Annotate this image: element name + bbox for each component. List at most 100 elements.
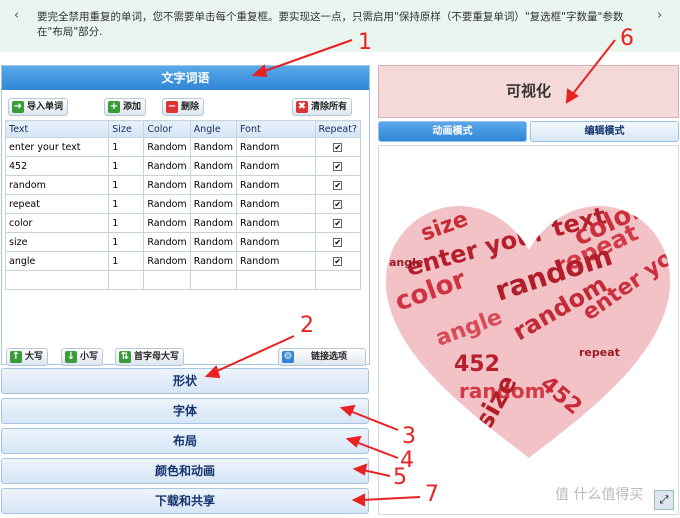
table-cell[interactable]	[108, 270, 145, 290]
panel-title[interactable]: 文字词语	[2, 66, 369, 90]
col-color[interactable]: Color	[143, 120, 191, 138]
section-color-animation[interactable]: 颜色和动画	[1, 458, 369, 484]
col-repeat[interactable]: Repeat?	[314, 120, 362, 138]
delete-button[interactable]: − 删除	[162, 98, 205, 116]
next-arrow-icon[interactable]: ›	[657, 8, 662, 23]
repeat-checkbox-cell[interactable]: ✔	[314, 213, 362, 233]
table-cell[interactable]: Random	[236, 232, 316, 252]
table-cell[interactable]	[4, 270, 110, 290]
table-cell[interactable]: 1	[108, 194, 145, 214]
table-cell[interactable]: Random	[189, 194, 238, 214]
add-label: 添加	[123, 102, 142, 112]
table-cell[interactable]: angle	[4, 251, 110, 271]
repeat-checkbox-cell[interactable]: ✔	[314, 175, 362, 195]
table-cell[interactable]: Random	[143, 194, 191, 214]
col-size[interactable]: Size	[108, 120, 145, 138]
table-cell[interactable]: random	[4, 175, 110, 195]
arrow-up-icon: ↑	[10, 351, 22, 363]
section-download-share[interactable]: 下载和共享	[1, 488, 369, 514]
watermark-text: 什么值得买	[573, 487, 644, 503]
table-row[interactable]: enter your text 1 Random Random Random ✔	[4, 137, 362, 157]
table-cell[interactable]: Random	[143, 137, 191, 157]
repeat-checkbox-cell[interactable]: ✔	[314, 137, 362, 157]
section-layout[interactable]: 布局	[1, 428, 369, 454]
table-cell[interactable]	[236, 270, 316, 290]
table-cell[interactable]: Random	[236, 213, 316, 233]
table-cell[interactable]: Random	[143, 232, 191, 252]
table-cell[interactable]	[143, 270, 191, 290]
checkbox[interactable]: ✔	[333, 180, 343, 190]
table-cell[interactable]	[189, 270, 238, 290]
table-cell[interactable]: Random	[189, 251, 238, 271]
checkbox[interactable]: ✔	[333, 142, 343, 152]
table-cell[interactable]: Random	[236, 194, 316, 214]
table-cell[interactable]: Random	[143, 156, 191, 176]
table-row[interactable]: angle 1 Random Random Random ✔	[4, 251, 362, 271]
table-cell[interactable]: 1	[108, 251, 145, 271]
table-row[interactable]: size 1 Random Random Random ✔	[4, 232, 362, 252]
clear-all-button[interactable]: ✖ 清除所有	[292, 98, 353, 116]
prev-arrow-icon[interactable]: ‹	[14, 8, 19, 23]
import-words-button[interactable]: ➜ 导入单词	[8, 98, 69, 116]
table-row-empty[interactable]	[4, 270, 362, 290]
tab-edit-mode[interactable]: 编辑模式	[530, 121, 679, 142]
cloud-word: angle	[389, 256, 423, 269]
table-cell[interactable]: Random	[143, 213, 191, 233]
table-cell[interactable]: 1	[108, 213, 145, 233]
checkbox[interactable]: ✔	[333, 199, 343, 209]
table-cell[interactable]: Random	[236, 175, 316, 195]
cloud-word: 452	[454, 352, 500, 377]
table-cell[interactable]: Random	[189, 137, 238, 157]
table-cell[interactable]: Random	[236, 137, 316, 157]
word-cloud-canvas[interactable]: size enter your text repeat color random…	[378, 145, 679, 515]
table-cell[interactable]: enter your text	[4, 137, 110, 157]
table-cell[interactable]: 452	[4, 156, 110, 176]
section-shape[interactable]: 形状	[1, 368, 369, 394]
close-icon: ✖	[296, 101, 308, 113]
table-cell[interactable]: color	[4, 213, 110, 233]
uppercase-button[interactable]: ↑ 大写	[6, 348, 49, 366]
table-row[interactable]: color 1 Random Random Random ✔	[4, 213, 362, 233]
table-row[interactable]: random 1 Random Random Random ✔	[4, 175, 362, 195]
plus-icon: +	[108, 101, 120, 113]
table-cell[interactable]: 1	[108, 137, 145, 157]
repeat-checkbox-cell[interactable]: ✔	[314, 156, 362, 176]
table-cell[interactable]: Random	[236, 156, 316, 176]
table-cell[interactable]: 1	[108, 175, 145, 195]
checkbox[interactable]: ✔	[333, 237, 343, 247]
checkbox[interactable]: ✔	[333, 218, 343, 228]
checkbox[interactable]: ✔	[333, 161, 343, 171]
repeat-checkbox-cell[interactable]: ✔	[314, 194, 362, 214]
table-row[interactable]: repeat 1 Random Random Random ✔	[4, 194, 362, 214]
table-cell[interactable]: repeat	[4, 194, 110, 214]
table-cell[interactable]: size	[4, 232, 110, 252]
table-cell[interactable]: Random	[143, 175, 191, 195]
add-button[interactable]: + 添加	[104, 98, 147, 116]
visualize-button[interactable]: 可视化	[378, 65, 679, 118]
lowercase-button[interactable]: ↓ 小写	[61, 348, 104, 366]
repeat-checkbox-cell[interactable]: ✔	[314, 232, 362, 252]
table-cell[interactable]	[314, 270, 362, 290]
table-cell[interactable]: Random	[189, 213, 238, 233]
tab-animation-mode[interactable]: 动画模式	[378, 121, 527, 142]
table-cell[interactable]: 1	[108, 232, 145, 252]
capitalize-button[interactable]: ⇅ 首字母大写	[115, 348, 185, 366]
link-options-button[interactable]: ⚙ 链接选项	[278, 348, 366, 366]
table-row[interactable]: 452 1 Random Random Random ✔	[4, 156, 362, 176]
section-font[interactable]: 字体	[1, 398, 369, 424]
col-font[interactable]: Font	[236, 120, 316, 138]
checkbox[interactable]: ✔	[333, 256, 343, 266]
col-text[interactable]: Text	[4, 120, 110, 138]
table-cell[interactable]: Random	[189, 232, 238, 252]
words-panel: 文字词语 ➜ 导入单词 + 添加 − 删除 ✖ 清除所有 Text Size Color…	[1, 65, 370, 365]
table-cell[interactable]: Random	[143, 251, 191, 271]
table-cell[interactable]: Random	[236, 251, 316, 271]
table-cell[interactable]: Random	[189, 156, 238, 176]
cloud-word: repeat	[579, 346, 620, 359]
annotation-6: 6	[620, 26, 634, 51]
table-cell[interactable]: 1	[108, 156, 145, 176]
col-angle[interactable]: Angle	[189, 120, 238, 138]
fullscreen-icon[interactable]: ⤢	[654, 490, 674, 510]
repeat-checkbox-cell[interactable]: ✔	[314, 251, 362, 271]
table-cell[interactable]: Random	[189, 175, 238, 195]
